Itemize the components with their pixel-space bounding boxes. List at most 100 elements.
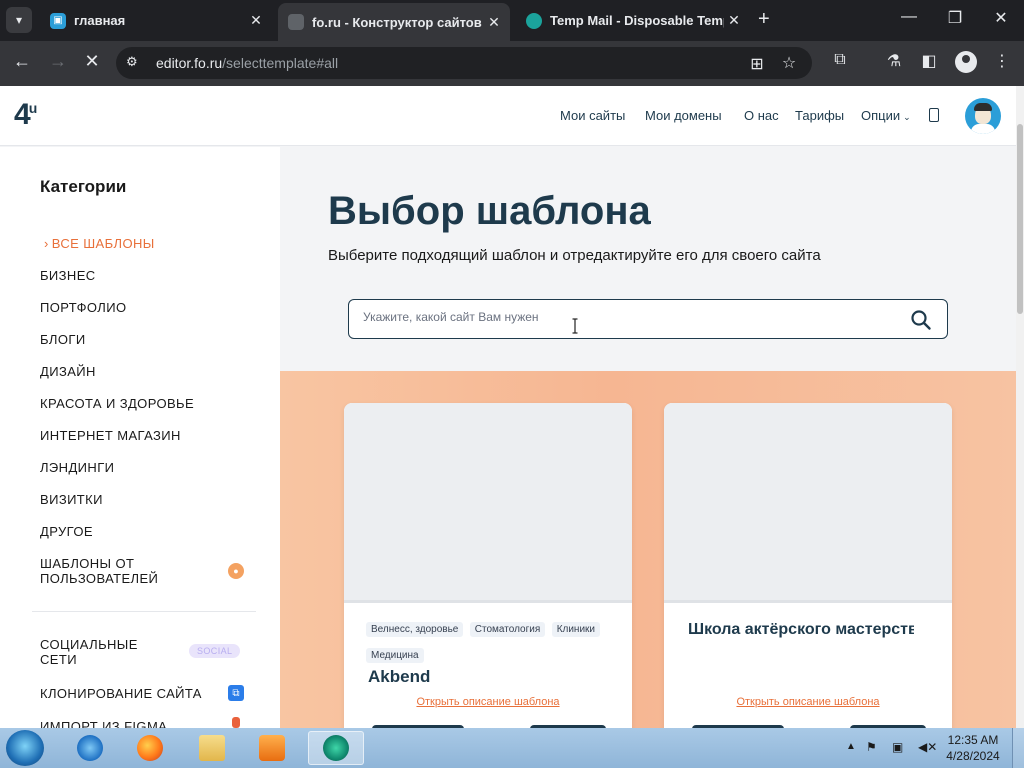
tab-title: Temp Mail - Disposable Tempo xyxy=(550,13,724,28)
taskbar-internet-explorer[interactable] xyxy=(62,731,118,765)
category-landings[interactable]: ЛЭНДИНГИ xyxy=(40,460,114,475)
template-tag[interactable]: Медицина xyxy=(366,648,424,663)
category-beauty-health[interactable]: КРАСОТА И ЗДОРОВЬЕ xyxy=(40,396,194,411)
labs-flask-icon[interactable]: ⚗ xyxy=(883,51,905,71)
template-search-input[interactable] xyxy=(363,310,883,324)
template-search-box[interactable] xyxy=(348,299,948,339)
chevron-right-icon: › xyxy=(44,236,49,251)
template-tag[interactable]: Велнесс, здоровье xyxy=(366,622,464,637)
profile-avatar-icon[interactable] xyxy=(955,51,977,73)
site-favicon-icon: ▣ xyxy=(50,12,66,29)
nav-my-domains[interactable]: Мои домены xyxy=(645,108,722,123)
page-scrollbar[interactable] xyxy=(1016,86,1024,728)
taskbar-media-player[interactable] xyxy=(244,731,300,765)
clock-date: 4/28/2024 xyxy=(946,749,1000,763)
category-design[interactable]: ДИЗАЙН xyxy=(40,364,96,379)
nav-options[interactable]: Опции ⌄ xyxy=(861,108,911,123)
media-player-icon xyxy=(259,735,285,761)
template-name: Школа актёрского мастерства xyxy=(688,621,914,638)
bookmark-star-icon[interactable]: ☆ xyxy=(778,53,800,73)
side-panel-icon[interactable]: ◧ xyxy=(918,51,940,71)
category-label: ШАБЛОНЫ ОТ xyxy=(40,556,135,571)
close-window-icon[interactable]: ✕ xyxy=(989,8,1013,28)
browser-app-icon xyxy=(323,735,349,761)
category-user-templates[interactable]: ШАБЛОНЫ ОТ ПОЛЬЗОВАТЕЛЕЙ xyxy=(40,556,158,586)
volume-muted-icon[interactable]: ◀✕ xyxy=(918,740,937,754)
template-tag[interactable]: Стоматология xyxy=(469,622,546,637)
url-host: editor.fo.ru xyxy=(156,55,223,71)
clone-icon: ⧉ xyxy=(228,685,244,701)
minimize-icon[interactable]: — xyxy=(897,8,921,26)
open-template-description-link[interactable]: Открыть описание шаблона xyxy=(344,696,632,708)
loading-favicon-icon xyxy=(288,14,304,30)
internet-explorer-icon xyxy=(77,735,103,761)
site-info-icon[interactable]: ⚙ xyxy=(126,54,138,70)
category-all-templates[interactable]: › ВСЕ ШАБЛОНЫ xyxy=(44,236,155,251)
nav-about[interactable]: О нас xyxy=(744,108,779,123)
new-tab-button[interactable]: + xyxy=(758,8,770,31)
user-avatar[interactable] xyxy=(965,98,1001,134)
category-blogs[interactable]: БЛОГИ xyxy=(40,332,86,347)
taskbar-browser[interactable] xyxy=(308,731,364,765)
action-center-flag-icon[interactable]: ⚑ xyxy=(866,740,877,754)
translate-icon[interactable]: ⊞ xyxy=(746,54,768,74)
tab-search-button[interactable]: ▾ xyxy=(6,7,32,33)
taskbar-firefox[interactable] xyxy=(122,731,178,765)
address-bar[interactable]: ⚙ editor.fo.ru/selecttemplate#all ⊞ ☆ xyxy=(116,47,812,79)
logo-text: 4 xyxy=(14,98,31,131)
template-tag[interactable]: Клиники xyxy=(551,622,601,637)
main-content: Выбор шаблона Выберите подходящий шаблон… xyxy=(280,147,1016,728)
category-label: СОЦИАЛЬНЫЕ xyxy=(40,637,138,652)
category-label: СЕТИ xyxy=(40,652,77,667)
nav-tariffs[interactable]: Тарифы xyxy=(795,108,844,123)
chevron-down-icon: ⌄ xyxy=(903,112,911,122)
fire-icon: ● xyxy=(228,563,244,579)
start-button[interactable] xyxy=(6,730,44,766)
site-logo[interactable]: 4u xyxy=(14,98,37,132)
categories-sidebar: Категории › ВСЕ ШАБЛОНЫ БИЗНЕС ПОРТФОЛИО … xyxy=(0,147,280,734)
tab-close-icon[interactable]: ✕ xyxy=(246,12,266,29)
show-desktop-button[interactable] xyxy=(1012,728,1024,768)
back-icon[interactable]: ← xyxy=(10,51,34,72)
avatar-hair xyxy=(974,103,992,111)
tab-title: fo.ru - Конструктор сайтов - s xyxy=(312,14,484,30)
category-other[interactable]: ДРУГОЕ xyxy=(40,524,93,539)
tempmail-favicon-icon xyxy=(526,12,542,29)
template-preview[interactable] xyxy=(344,403,632,603)
template-card[interactable]: Велнесс, здоровье Стоматология Клиники М… xyxy=(344,403,632,728)
category-social-networks[interactable]: СОЦИАЛЬНЫЕ СЕТИ xyxy=(40,637,138,667)
category-portfolio[interactable]: ПОРТФОЛИО xyxy=(40,300,127,315)
tab-fo-ru[interactable]: fo.ru - Конструктор сайтов - s ✕ xyxy=(278,3,510,41)
tray-expand-icon[interactable]: ▲ xyxy=(846,741,856,752)
firefox-icon xyxy=(137,735,163,761)
template-preview[interactable] xyxy=(664,403,952,603)
template-tags: Велнесс, здоровье Стоматология Клиники М… xyxy=(366,619,616,671)
category-online-store[interactable]: ИНТЕРНЕТ МАГАЗИН xyxy=(40,428,181,443)
sidebar-divider xyxy=(32,611,256,612)
extensions-icon[interactable]: ⧉ xyxy=(829,51,851,69)
site-header: 4u Мои сайты Мои домены О нас Тарифы Опц… xyxy=(0,86,1016,146)
mobile-device-icon[interactable] xyxy=(929,108,939,122)
open-template-description-link[interactable]: Открыть описание шаблона xyxy=(664,696,952,708)
browser-menu-icon[interactable]: ⋮ xyxy=(991,51,1013,71)
category-clone-site[interactable]: КЛОНИРОВАНИЕ САЙТА xyxy=(40,686,202,701)
network-icon[interactable]: ▣ xyxy=(892,740,903,754)
template-name: Akbend xyxy=(368,667,431,686)
scrollbar-thumb[interactable] xyxy=(1017,124,1023,314)
tab-temp-mail[interactable]: Temp Mail - Disposable Tempo ✕ xyxy=(516,5,750,36)
nav-my-sites[interactable]: Мои сайты xyxy=(560,108,625,123)
taskbar-explorer[interactable] xyxy=(184,731,240,765)
system-clock[interactable]: 12:35 AM 4/28/2024 xyxy=(944,732,1002,764)
search-icon[interactable] xyxy=(909,308,933,332)
category-business-cards[interactable]: ВИЗИТКИ xyxy=(40,492,103,507)
restore-icon[interactable]: ❐ xyxy=(943,8,967,28)
forward-icon[interactable]: → xyxy=(46,51,70,72)
tab-close-icon[interactable]: ✕ xyxy=(484,14,504,31)
stop-loading-icon[interactable]: ✕ xyxy=(80,51,104,72)
template-card[interactable]: Школа актёрского мастерства Открыть опис… xyxy=(664,403,952,728)
category-business[interactable]: БИЗНЕС xyxy=(40,268,96,283)
logo-sup: u xyxy=(28,100,38,116)
tab-glavnaya[interactable]: ▣ главная ✕ xyxy=(40,5,272,36)
tab-close-icon[interactable]: ✕ xyxy=(724,12,744,29)
url-text[interactable]: editor.fo.ru/selecttemplate#all xyxy=(156,55,338,71)
